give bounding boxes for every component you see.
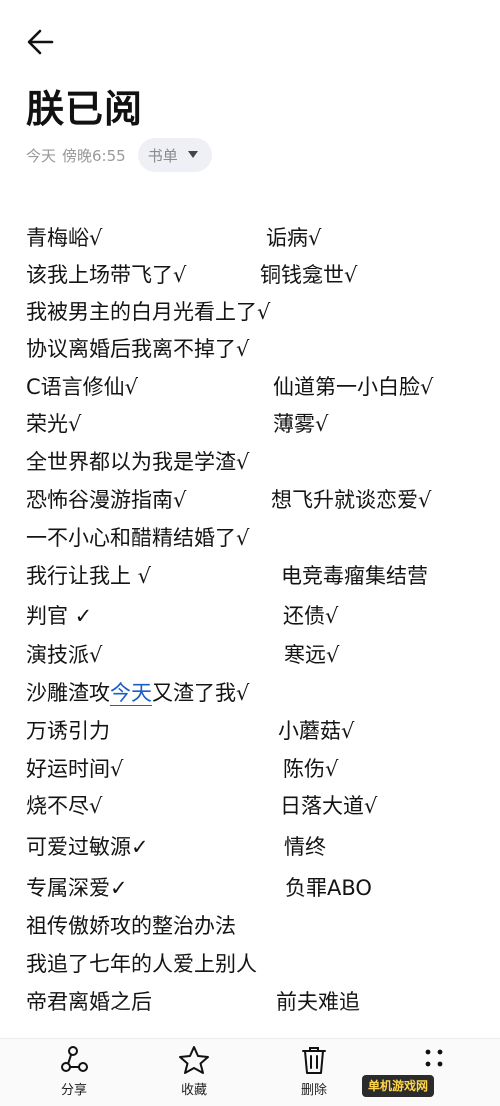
- book-title: 演技派√: [26, 643, 103, 667]
- book-title: C语言修仙√: [26, 375, 139, 399]
- favorite-button[interactable]: 收藏: [154, 1045, 234, 1103]
- share-button[interactable]: 分享: [34, 1045, 114, 1103]
- watermark-badge: 单机游戏网: [362, 1075, 435, 1097]
- book-title: 铜钱龛世√: [260, 263, 358, 287]
- book-title: 一不小心和醋精结婚了√: [26, 526, 250, 550]
- book-title: 还债√: [283, 604, 339, 628]
- delete-label: 删除: [300, 1083, 327, 1098]
- book-title: 协议离婚后我离不掉了√: [26, 337, 250, 361]
- share-label: 分享: [60, 1083, 87, 1098]
- book-title: 薄雾√: [273, 412, 329, 436]
- book-title: 陈伤√: [283, 757, 339, 781]
- note-line: 烧不尽√ 日落大道√: [0, 788, 500, 824]
- date-link[interactable]: 今天: [110, 681, 152, 706]
- book-title: 电竞毒瘤集结营: [281, 564, 428, 588]
- note-line: C语言修仙√ 仙道第一小白脸√: [0, 369, 500, 405]
- delete-button[interactable]: 删除: [274, 1045, 354, 1103]
- note-line: 全世界都以为我是学渣√: [0, 444, 500, 480]
- trash-icon: [302, 1047, 326, 1074]
- book-title: 判官 ✓: [26, 604, 93, 628]
- note-line: 专属深爱✓ 负罪ABO: [0, 870, 500, 906]
- date-label: 今天: [26, 146, 57, 165]
- folder-chip-label: 书单: [147, 146, 178, 165]
- more-icon: [425, 1049, 443, 1067]
- note-line: 判官 ✓ 还债√: [0, 598, 500, 634]
- note-line: 万诱引力 小蘑菇√: [0, 713, 500, 749]
- book-title: 荣光√: [26, 412, 82, 436]
- book-title: 我追了七年的人爱上别人: [26, 952, 257, 976]
- favorite-label: 收藏: [180, 1083, 207, 1098]
- note-line: 祖传傲娇攻的整治办法: [0, 908, 500, 944]
- book-title: 全世界都以为我是学渣√: [26, 450, 250, 474]
- note-body[interactable]: 青梅峪√ 诟病√ 该我上场带飞了√ 铜钱龛世√ 我被男主的白月光看上了√ 协议离…: [0, 218, 500, 1038]
- book-title: 可爱过敏源✓: [26, 835, 149, 859]
- book-title: 沙雕渣攻今天又渣了我√: [26, 675, 249, 711]
- note-line: 青梅峪√ 诟病√: [0, 220, 500, 256]
- book-title: 寒远√: [284, 643, 340, 667]
- scroll-fade: [0, 1006, 500, 1040]
- note-line: 我行让我上 √ 电竞毒瘤集结营: [0, 558, 500, 594]
- book-title: 想飞升就谈恋爱√: [271, 488, 432, 512]
- note-line: 协议离婚后我离不掉了√: [0, 331, 500, 367]
- book-title: 万诱引力: [26, 719, 110, 743]
- note-line: 恐怖谷漫游指南√ 想飞升就谈恋爱√: [0, 482, 500, 518]
- note-line: 演技派√ 寒远√: [0, 637, 500, 673]
- back-button[interactable]: [22, 22, 62, 62]
- note-line: 一不小心和醋精结婚了√: [0, 520, 500, 556]
- book-title: 专属深爱✓: [26, 876, 128, 900]
- caret-down-icon: [187, 151, 198, 158]
- book-title: 仙道第一小白脸√: [273, 375, 434, 399]
- arrow-left-icon: [27, 29, 54, 55]
- share-icon: [61, 1046, 88, 1072]
- book-title: 该我上场带飞了√: [26, 263, 187, 287]
- book-title: 负罪ABO: [285, 876, 372, 900]
- page-title[interactable]: 朕已阅: [26, 78, 143, 133]
- title-suffix: 又渣了我√: [152, 681, 250, 705]
- note-line: 该我上场带飞了√ 铜钱龛世√: [0, 257, 500, 293]
- note-line: 我被男主的白月光看上了√: [0, 294, 500, 330]
- book-title: 祖传傲娇攻的整治办法: [26, 914, 236, 938]
- book-title: 恐怖谷漫游指南√: [26, 488, 187, 512]
- book-title: 日落大道√: [280, 794, 378, 818]
- book-title: 诟病√: [266, 226, 322, 250]
- note-meta: 今天 傍晚6:55 书单: [26, 138, 212, 172]
- book-title: 情终: [284, 835, 326, 859]
- book-title: 我行让我上 √: [26, 564, 152, 588]
- folder-chip[interactable]: 书单: [137, 138, 212, 172]
- book-title: 好运时间√: [26, 757, 124, 781]
- book-title: 小蘑菇√: [278, 719, 355, 743]
- note-line: 沙雕渣攻今天又渣了我√: [0, 675, 500, 711]
- title-prefix: 沙雕渣攻: [26, 681, 110, 705]
- star-icon: [179, 1046, 209, 1074]
- book-title: 我被男主的白月光看上了√: [26, 300, 271, 324]
- note-line: 荣光√ 薄雾√: [0, 406, 500, 442]
- note-line: 可爱过敏源✓ 情终: [0, 829, 500, 865]
- time-label: 傍晚6:55: [62, 146, 126, 165]
- book-title: 青梅峪√: [26, 226, 103, 250]
- note-line: 好运时间√ 陈伤√: [0, 751, 500, 787]
- book-title: 烧不尽√: [26, 794, 103, 818]
- note-line: 我追了七年的人爱上别人: [0, 946, 500, 982]
- watermark: 单机游戏网: [358, 1074, 435, 1098]
